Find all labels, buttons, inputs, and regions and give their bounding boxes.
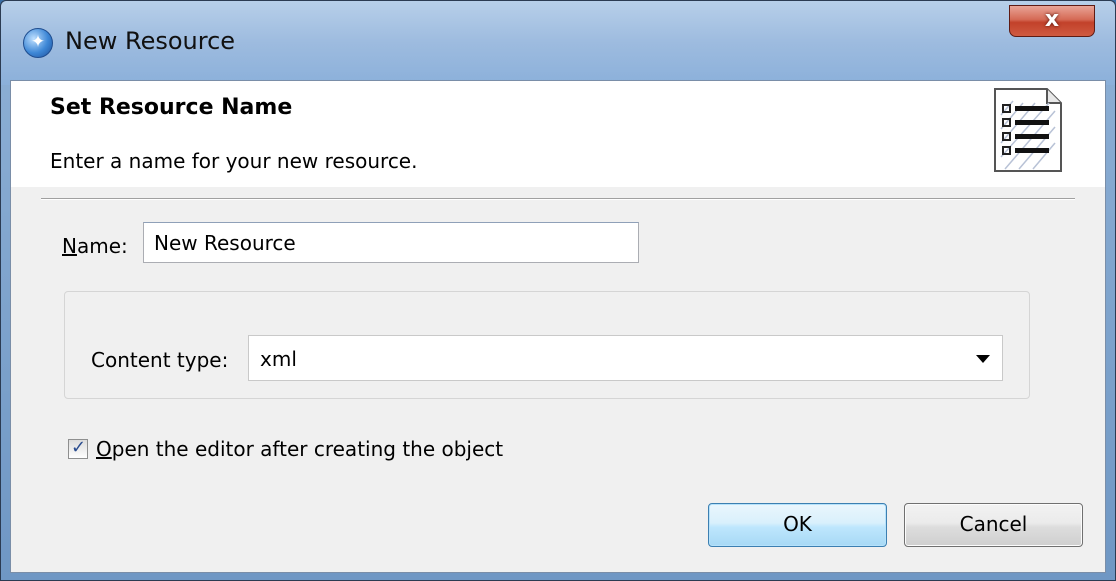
document-list-icon xyxy=(994,88,1062,172)
dialog-client-area: Set Resource Name Enter a name for your … xyxy=(10,80,1106,573)
wizard-title: Set Resource Name xyxy=(50,95,293,120)
name-input[interactable] xyxy=(143,222,639,263)
checkmark-icon: ✓ xyxy=(71,437,87,458)
cancel-button[interactable]: Cancel xyxy=(904,503,1083,547)
content-type-group: Content type: xml xyxy=(64,291,1030,399)
eclipse-globe-icon: ✦ xyxy=(23,28,53,58)
close-button[interactable]: x xyxy=(1009,5,1095,37)
content-type-label: Content type: xyxy=(91,348,229,372)
header-separator xyxy=(41,198,1075,200)
name-label: Name: xyxy=(62,234,128,258)
content-type-dropdown[interactable]: xml xyxy=(248,335,1003,381)
window-title: New Resource xyxy=(65,27,236,55)
close-icon: x xyxy=(1044,7,1060,32)
wizard-description: Enter a name for your new resource. xyxy=(50,149,418,173)
open-editor-label[interactable]: Open the editor after creating the objec… xyxy=(96,437,503,461)
wizard-header: Set Resource Name Enter a name for your … xyxy=(11,81,1105,187)
chevron-down-icon xyxy=(976,355,990,363)
content-type-value: xml xyxy=(260,347,297,371)
dialog-window: ✦ New Resource x Set Resource Name Enter… xyxy=(0,0,1116,581)
ok-button[interactable]: OK xyxy=(708,503,887,547)
open-editor-checkbox[interactable]: ✓ xyxy=(68,437,88,459)
title-bar[interactable]: ✦ New Resource x xyxy=(1,1,1115,85)
